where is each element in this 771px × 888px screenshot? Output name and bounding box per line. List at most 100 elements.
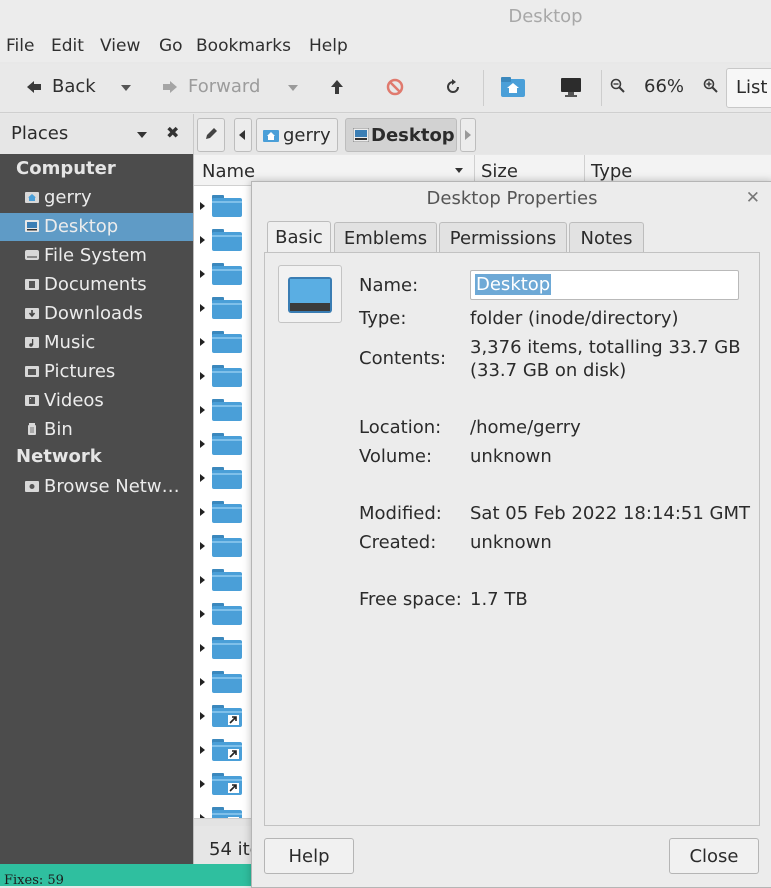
toggle-location-button[interactable] <box>197 118 225 152</box>
stop-icon[interactable] <box>386 78 404 96</box>
sidebar-item-bin[interactable]: Bin <box>0 416 193 444</box>
menu-go[interactable]: Go <box>159 36 183 56</box>
desktop-folder-icon <box>288 277 332 313</box>
pane-divider[interactable] <box>193 154 194 864</box>
table-row[interactable] <box>194 427 254 461</box>
chevron-right-icon <box>465 130 471 140</box>
sidebar-item-documents[interactable]: Documents <box>0 271 193 299</box>
expand-arrow-icon[interactable] <box>200 610 205 618</box>
sidebar-item-desktop[interactable]: Desktop <box>0 213 193 241</box>
path-scroll-right-button[interactable] <box>460 118 476 152</box>
home-folder-icon[interactable] <box>500 76 526 98</box>
table-row[interactable] <box>194 665 254 699</box>
table-row[interactable] <box>194 767 254 801</box>
table-row[interactable] <box>194 393 254 427</box>
menu-help[interactable]: Help <box>309 36 348 56</box>
sidebar-item-label: Music <box>44 332 96 353</box>
view-mode-button[interactable]: List <box>726 68 771 108</box>
sidebar-item-browse-network[interactable]: Browse Netw… <box>0 473 193 501</box>
tab-permissions[interactable]: Permissions <box>439 222 567 253</box>
table-row[interactable] <box>194 699 254 733</box>
name-field[interactable]: Desktop <box>470 270 739 300</box>
zoom-out-icon[interactable] <box>610 78 626 94</box>
folder-icon-button[interactable] <box>278 265 342 323</box>
tab-emblems[interactable]: Emblems <box>334 222 437 253</box>
help-button[interactable]: Help <box>264 838 354 874</box>
folder-icon <box>212 399 242 421</box>
table-row[interactable] <box>194 733 254 767</box>
column-header-size[interactable]: Size <box>481 161 518 182</box>
forward-arrow-icon <box>163 81 177 93</box>
expand-arrow-icon[interactable] <box>200 406 205 414</box>
path-segment-gerry[interactable]: gerry <box>256 118 338 152</box>
table-row[interactable] <box>194 359 254 393</box>
expand-arrow-icon[interactable] <box>200 542 205 550</box>
reload-icon[interactable] <box>444 78 462 96</box>
expand-arrow-icon[interactable] <box>200 508 205 516</box>
expand-arrow-icon[interactable] <box>200 202 205 210</box>
volume-label: Volume: <box>359 446 433 467</box>
table-row[interactable] <box>194 223 254 257</box>
column-header-name[interactable]: Name <box>202 161 255 182</box>
expand-arrow-icon[interactable] <box>200 338 205 346</box>
created-value: unknown <box>470 532 552 553</box>
sidebar-item-downloads[interactable]: Downloads <box>0 300 193 328</box>
expand-arrow-icon[interactable] <box>200 440 205 448</box>
sidebar-item-pictures[interactable]: Pictures <box>0 358 193 386</box>
expand-arrow-icon[interactable] <box>200 678 205 686</box>
table-row[interactable] <box>194 291 254 325</box>
computer-icon[interactable] <box>560 76 582 98</box>
sidebar-item-music[interactable]: Music <box>0 329 193 357</box>
expand-arrow-icon[interactable] <box>200 474 205 482</box>
sidebar-section-network: Network <box>16 446 102 467</box>
close-icon[interactable]: ✕ <box>746 188 760 208</box>
expand-arrow-icon[interactable] <box>200 304 205 312</box>
table-row[interactable] <box>194 597 254 631</box>
tab-notes[interactable]: Notes <box>569 222 644 253</box>
menu-file[interactable]: File <box>6 36 34 56</box>
downloads-folder-icon <box>25 308 39 319</box>
expand-arrow-icon[interactable] <box>200 644 205 652</box>
sidebar-item-file-system[interactable]: File System <box>0 242 193 270</box>
table-row[interactable] <box>194 563 254 597</box>
toolbar: Back Forward 66% <box>0 64 771 113</box>
expand-arrow-icon[interactable] <box>200 270 205 278</box>
tab-label: Notes <box>580 228 633 249</box>
table-row[interactable] <box>194 325 254 359</box>
forward-history-dropdown-icon[interactable] <box>288 85 298 91</box>
path-segment-desktop[interactable]: Desktop <box>345 118 457 152</box>
table-row[interactable] <box>194 495 254 529</box>
menu-edit[interactable]: Edit <box>51 36 84 56</box>
forward-label: Forward <box>188 76 261 97</box>
zoom-in-icon[interactable] <box>703 78 719 94</box>
expand-arrow-icon[interactable] <box>200 712 205 720</box>
up-arrow-icon[interactable] <box>330 79 344 95</box>
expand-arrow-icon[interactable] <box>200 746 205 754</box>
sidebar-item-gerry[interactable]: gerry <box>0 184 193 212</box>
menu-bookmarks[interactable]: Bookmarks <box>196 36 291 56</box>
folder-icon <box>212 569 242 591</box>
folder-icon <box>212 263 242 285</box>
close-button[interactable]: Close <box>669 838 759 874</box>
expand-arrow-icon[interactable] <box>200 780 205 788</box>
table-row[interactable] <box>194 631 254 665</box>
close-sidebar-icon[interactable]: ✖ <box>166 123 179 142</box>
expand-arrow-icon[interactable] <box>200 576 205 584</box>
sidebar-item-videos[interactable]: Videos <box>0 387 193 415</box>
table-row[interactable] <box>194 257 254 291</box>
tab-label: Permissions <box>449 228 557 249</box>
pencil-icon <box>206 128 217 139</box>
tab-basic[interactable]: Basic <box>267 221 331 254</box>
table-row[interactable] <box>194 189 254 223</box>
sort-descending-icon <box>455 168 463 173</box>
table-row[interactable] <box>194 461 254 495</box>
back-history-dropdown-icon[interactable] <box>121 85 131 91</box>
sidebar-item-label: Desktop <box>44 216 119 237</box>
table-row[interactable] <box>194 529 254 563</box>
column-header-type[interactable]: Type <box>591 161 632 182</box>
path-scroll-left-button[interactable] <box>234 118 252 152</box>
expand-arrow-icon[interactable] <box>200 372 205 380</box>
expand-arrow-icon[interactable] <box>200 236 205 244</box>
sidebar-mode-dropdown-icon[interactable] <box>137 132 147 138</box>
menu-view[interactable]: View <box>100 36 140 56</box>
